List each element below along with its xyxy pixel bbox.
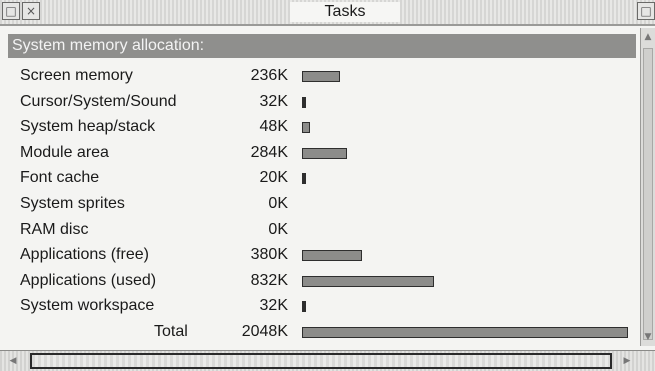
memory-label: Applications (free) xyxy=(20,246,149,263)
horizontal-scroll-thumb[interactable] xyxy=(30,353,612,369)
close-icon[interactable]: × xyxy=(22,2,40,20)
memory-row: Applications (free) 380K xyxy=(0,242,640,267)
memory-row: RAM disc 0K xyxy=(0,217,640,242)
title-bar[interactable]: □ × Tasks □ xyxy=(0,0,655,26)
total-bar xyxy=(302,327,628,338)
memory-label: Cursor/System/Sound xyxy=(20,93,177,110)
total-value: 2048K xyxy=(241,323,288,340)
memory-value: 236K xyxy=(250,67,288,84)
memory-row: Module area 284K xyxy=(0,140,640,165)
memory-bar xyxy=(302,301,306,312)
memory-row: System heap/stack 48K xyxy=(0,114,640,139)
memory-row: System workspace 32K xyxy=(0,293,640,318)
vertical-scrollbar[interactable]: ▲ ▼ xyxy=(640,28,655,346)
memory-row: System sprites 0K xyxy=(0,191,640,216)
memory-label: Module area xyxy=(20,144,109,161)
memory-bar xyxy=(302,148,347,159)
total-row: Total 2048K xyxy=(0,319,640,344)
memory-row: Screen memory 236K xyxy=(0,63,640,88)
memory-bar xyxy=(302,173,306,184)
vertical-scroll-thumb[interactable] xyxy=(643,48,653,340)
memory-label: Screen memory xyxy=(20,67,133,84)
total-label: Total xyxy=(154,323,188,340)
memory-row: Cursor/System/Sound 32K xyxy=(0,89,640,114)
scroll-up-icon[interactable]: ▲ xyxy=(642,30,654,44)
memory-label: Font cache xyxy=(20,169,100,186)
memory-bar xyxy=(302,122,310,133)
memory-label: Applications (used) xyxy=(20,272,157,289)
toggle-size-icon[interactable]: □ xyxy=(637,2,655,20)
section-header: System memory allocation: xyxy=(8,34,636,58)
horizontal-scrollbar[interactable]: ◀ ▶ xyxy=(0,350,655,371)
memory-row: Applications (used) 832K xyxy=(0,268,640,293)
memory-label: System sprites xyxy=(20,195,125,212)
memory-value: 48K xyxy=(259,118,288,135)
memory-value: 284K xyxy=(250,144,288,161)
memory-value: 20K xyxy=(259,169,288,186)
memory-value: 832K xyxy=(250,272,288,289)
memory-bar xyxy=(302,250,362,261)
back-icon[interactable]: □ xyxy=(2,2,20,20)
memory-row: Font cache 20K xyxy=(0,165,640,190)
scroll-down-icon[interactable]: ▼ xyxy=(642,330,654,344)
memory-bar xyxy=(302,97,306,108)
memory-value: 32K xyxy=(259,297,288,314)
memory-bar xyxy=(302,71,340,82)
scroll-right-icon[interactable]: ▶ xyxy=(620,354,634,368)
memory-label: RAM disc xyxy=(20,221,89,238)
memory-bar xyxy=(302,276,434,287)
memory-label: System heap/stack xyxy=(20,118,156,135)
memory-value: 32K xyxy=(259,93,288,110)
scroll-left-icon[interactable]: ◀ xyxy=(6,354,20,368)
memory-value: 0K xyxy=(268,195,288,212)
memory-value: 380K xyxy=(250,246,288,263)
memory-value: 0K xyxy=(268,221,288,238)
memory-label: System workspace xyxy=(20,297,155,314)
window-title: Tasks xyxy=(290,2,400,22)
tasks-window: □ × Tasks □ System memory allocation: Sc… xyxy=(0,0,655,371)
